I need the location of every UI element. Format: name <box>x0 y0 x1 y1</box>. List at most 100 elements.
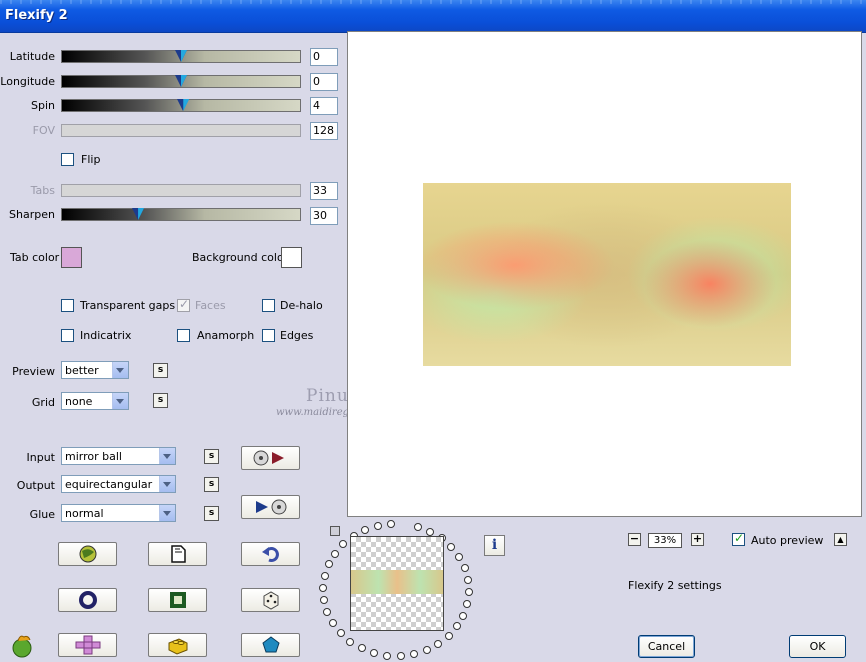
ring-dot[interactable] <box>434 639 443 648</box>
ring-dot[interactable] <box>361 526 370 535</box>
sharpen-slider[interactable] <box>61 208 301 221</box>
ring-dot[interactable] <box>339 540 348 549</box>
collapse-button[interactable]: ▲ <box>834 533 847 546</box>
longitude-value[interactable]: 0 <box>310 73 338 91</box>
preview-label: Preview <box>12 365 55 378</box>
sharpen-slider-thumb[interactable] <box>132 208 145 220</box>
pentagon-icon <box>261 636 280 653</box>
longitude-slider-thumb[interactable] <box>175 75 187 87</box>
randomize-button[interactable] <box>58 542 117 566</box>
ring-dot[interactable] <box>328 619 337 628</box>
ring-dot[interactable] <box>455 552 464 561</box>
sharpen-value[interactable]: 30 <box>310 207 338 225</box>
frame-button[interactable] <box>148 588 207 612</box>
ring-dot[interactable] <box>387 520 396 529</box>
spin-slider-thumb[interactable] <box>177 99 190 111</box>
latitude-slider-thumb[interactable] <box>175 50 187 62</box>
random-dice-button[interactable] <box>241 588 300 612</box>
auto-preview-checkbox[interactable] <box>732 531 745 546</box>
ring-dot[interactable] <box>459 611 468 620</box>
grid-s-button[interactable]: s <box>153 393 168 408</box>
indicatrix-checkbox[interactable] <box>61 329 74 342</box>
ring-dot[interactable] <box>319 584 328 593</box>
ring-dot[interactable] <box>373 522 382 531</box>
flip-checkbox[interactable] <box>61 153 74 166</box>
background-color-swatch[interactable] <box>281 247 302 268</box>
faces-checkbox[interactable] <box>177 297 190 312</box>
ring-dot[interactable] <box>422 645 431 654</box>
latitude-value[interactable]: 0 <box>310 48 338 66</box>
tabs-slider[interactable] <box>61 184 301 197</box>
input-select[interactable]: mirror ball <box>61 447 176 465</box>
ring-dot[interactable] <box>426 527 435 536</box>
input-s-button[interactable]: s <box>204 449 219 464</box>
grid-select[interactable]: none <box>61 392 129 410</box>
preview-select[interactable]: better <box>61 361 129 379</box>
ring-dot[interactable] <box>460 563 469 572</box>
ring-button[interactable] <box>58 588 117 612</box>
brick-button[interactable] <box>148 633 207 657</box>
undo-button[interactable] <box>241 542 300 566</box>
ring-dot[interactable] <box>463 599 472 608</box>
chevron-down-icon[interactable] <box>159 448 175 464</box>
spin-slider[interactable] <box>61 99 301 112</box>
chevron-down-icon[interactable] <box>112 393 128 409</box>
spin-value[interactable]: 4 <box>310 97 338 115</box>
ring-dot[interactable] <box>336 629 345 638</box>
ring-dot[interactable] <box>413 523 422 532</box>
edges-label: Edges <box>280 329 314 342</box>
preview-s-button[interactable]: s <box>153 363 168 378</box>
fov-value[interactable]: 128 <box>310 122 338 140</box>
output-select[interactable]: equirectangular <box>61 475 176 493</box>
window-title: Flexify 2 <box>5 8 68 23</box>
ring-dot[interactable] <box>383 651 392 660</box>
navigator-thumbnail[interactable] <box>350 536 444 631</box>
ring-dot[interactable] <box>464 587 473 596</box>
ring-dot[interactable] <box>370 648 379 657</box>
ring-dot[interactable] <box>331 549 340 558</box>
longitude-slider[interactable] <box>61 75 301 88</box>
fov-slider[interactable] <box>61 124 301 137</box>
preview-pane[interactable] <box>347 31 862 517</box>
edges-checkbox[interactable] <box>262 329 275 342</box>
chevron-down-icon[interactable] <box>159 476 175 492</box>
new-page-button[interactable] <box>148 542 207 566</box>
load-input-button[interactable] <box>241 446 300 470</box>
output-select-value: equirectangular <box>65 478 153 491</box>
grid-label: Grid <box>31 396 55 409</box>
navigator-handle[interactable] <box>330 526 340 536</box>
ring-dot[interactable] <box>452 622 461 631</box>
latitude-slider[interactable] <box>61 50 301 63</box>
info-button[interactable]: i <box>484 535 505 556</box>
transparent-gaps-checkbox[interactable] <box>61 299 74 312</box>
play-disc-icon <box>255 499 286 515</box>
ring-dot[interactable] <box>444 631 453 640</box>
zoom-in-button[interactable]: + <box>691 533 704 546</box>
title-bar[interactable]: Flexify 2 <box>0 0 866 33</box>
pentagon-button[interactable] <box>241 633 300 657</box>
plus-shape-button[interactable] <box>58 633 117 657</box>
save-output-button[interactable] <box>241 495 300 519</box>
anamorph-checkbox[interactable] <box>177 329 190 342</box>
tabs-value[interactable]: 33 <box>310 182 338 200</box>
chevron-down-icon[interactable] <box>159 505 175 521</box>
chevron-down-icon[interactable] <box>112 362 128 378</box>
ring-dot[interactable] <box>320 572 329 581</box>
cancel-button[interactable]: Cancel <box>638 635 695 658</box>
de-halo-checkbox[interactable] <box>262 299 275 312</box>
ring-dot[interactable] <box>323 608 332 617</box>
ok-button[interactable]: OK <box>789 635 846 658</box>
ring-dot[interactable] <box>324 560 333 569</box>
ring-dot[interactable] <box>346 637 355 646</box>
tab-color-swatch[interactable] <box>61 247 82 268</box>
ring-dot[interactable] <box>410 649 419 658</box>
glue-select[interactable]: normal <box>61 504 176 522</box>
ring-dot[interactable] <box>319 596 328 605</box>
ring-dot[interactable] <box>464 575 473 584</box>
output-s-button[interactable]: s <box>204 477 219 492</box>
zoom-out-button[interactable]: − <box>628 533 641 546</box>
ring-dot[interactable] <box>396 651 405 660</box>
glue-s-button[interactable]: s <box>204 506 219 521</box>
ring-dot[interactable] <box>447 542 456 551</box>
ring-dot[interactable] <box>357 644 366 653</box>
